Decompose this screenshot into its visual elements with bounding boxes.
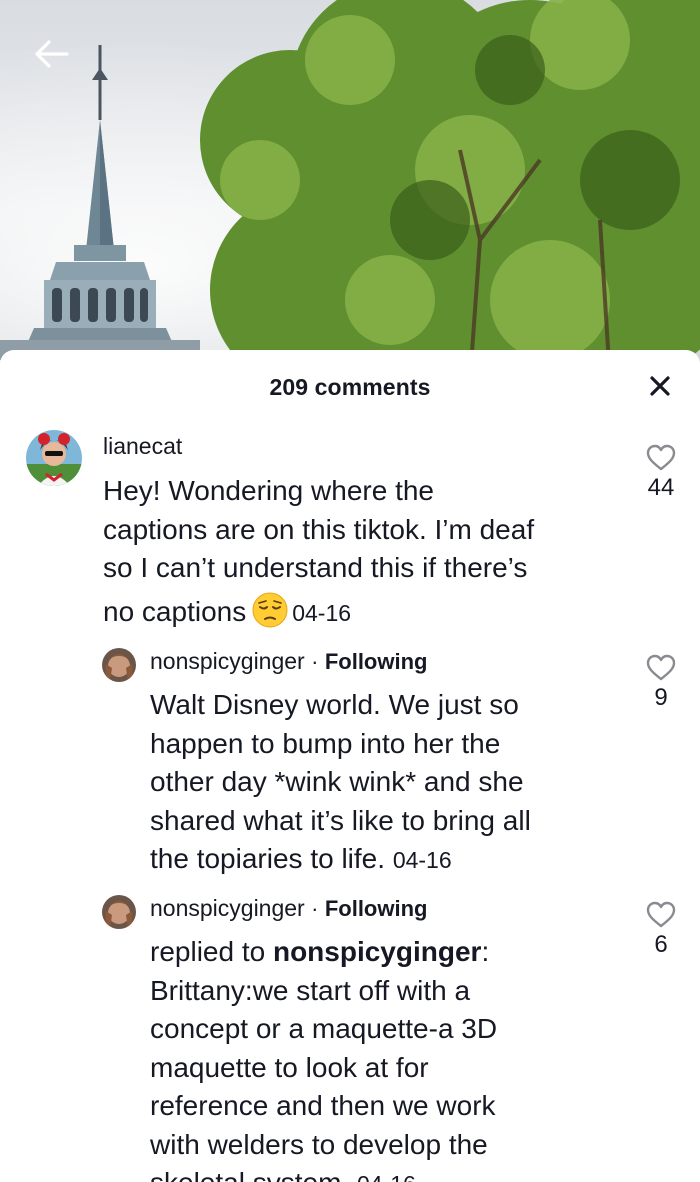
comment-text: replied to nonspicyginger: Brittany:we s… [150,933,630,1182]
following-label: Following [324,649,428,674]
avatar[interactable] [26,430,82,486]
following-label: Following [324,896,428,921]
video-background[interactable] [0,0,700,380]
close-icon [650,376,670,396]
avatar-image [102,648,136,682]
comment-username[interactable]: lianecat [103,433,182,460]
comment-date: 04-16 [392,847,452,873]
heart-icon [646,654,676,681]
avatar[interactable] [102,648,136,682]
comment-username: nonspicyginger · Following [150,895,428,921]
comment-username: nonspicyginger · Following [150,648,428,674]
like-count: 9 [654,684,668,711]
like-button[interactable]: 6 [644,901,678,959]
like-count: 44 [647,474,675,501]
heart-icon [646,444,676,471]
pensive-face-emoji [252,592,288,627]
trees-image [200,0,700,380]
comments-panel: 209 comments lianecat Hey! Wondering whe… [0,350,700,1182]
reply-item: nonspicyginger · Following Walt Disney w… [0,648,700,878]
comment-text: Walt Disney world. We just so happen to … [150,689,531,874]
heart-icon [646,901,676,928]
avatar-image [102,895,136,929]
replied-to-username[interactable]: nonspicyginger [273,936,481,967]
comment-item: lianecat Hey! Wondering where the captio… [0,430,700,630]
avatar[interactable] [102,895,136,929]
avatar-image [26,430,82,486]
like-button[interactable]: 44 [644,444,678,502]
reply-item: nonspicyginger · Following replied to no… [0,895,700,1182]
like-button[interactable]: 9 [644,654,678,712]
back-button[interactable] [28,34,76,74]
like-count: 6 [654,931,668,958]
comments-count-title: 209 comments [269,374,431,400]
close-button[interactable] [646,372,674,400]
comment-date: 04-16 [357,1171,416,1182]
comments-header: 209 comments [0,350,700,424]
back-arrow-icon [35,40,69,68]
comment-date: 04-16 [292,599,352,626]
comment-text: Hey! Wondering where the captions are on… [103,475,535,627]
